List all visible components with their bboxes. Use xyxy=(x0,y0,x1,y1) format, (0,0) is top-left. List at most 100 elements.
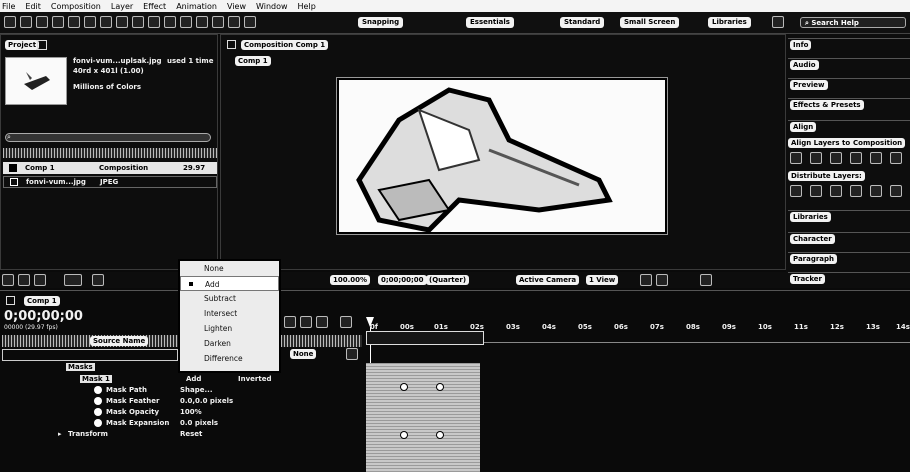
keyframe[interactable] xyxy=(436,383,444,391)
mask-path-value[interactable]: Shape... xyxy=(180,386,212,394)
panel-menu-icon[interactable] xyxy=(37,40,47,50)
menu-effect[interactable]: Effect xyxy=(143,2,166,11)
panel-effects-presets[interactable]: Effects & Presets xyxy=(788,98,910,110)
snapping-toggle[interactable]: Snapping xyxy=(358,17,404,28)
workspace-libraries[interactable]: Libraries xyxy=(708,17,751,28)
workspace-essentials[interactable]: Essentials xyxy=(466,17,514,28)
workspace-standard[interactable]: Standard xyxy=(560,17,605,28)
zoom-dropdown[interactable]: 100.00% xyxy=(330,275,371,285)
pin-tool-icon[interactable] xyxy=(244,16,256,28)
panel-libraries[interactable]: Libraries xyxy=(788,210,910,222)
project-item-row[interactable]: fonvi-vum...jpg JPEG xyxy=(3,176,217,188)
fast-preview-icon[interactable] xyxy=(640,274,652,286)
interpret-footage-icon[interactable] xyxy=(2,274,14,286)
align-right-icon[interactable] xyxy=(830,152,842,164)
puppet-tool-icon[interactable] xyxy=(228,16,240,28)
project-tab[interactable]: Project xyxy=(5,40,40,50)
mask-name[interactable]: Mask 1 xyxy=(80,375,112,383)
mask-opacity-value[interactable]: 100% xyxy=(180,408,202,416)
project-item-row[interactable]: Comp 1 Composition 29.97 xyxy=(3,162,217,174)
align-bottom-icon[interactable] xyxy=(890,152,902,164)
distribute-right-icon[interactable] xyxy=(890,185,902,197)
frame-blending-icon[interactable] xyxy=(340,316,352,328)
menu-edit[interactable]: Edit xyxy=(25,2,41,11)
roto-tool-icon[interactable] xyxy=(212,16,224,28)
distribute-center-h-icon[interactable] xyxy=(870,185,882,197)
draft-3d-icon[interactable] xyxy=(284,316,296,328)
parent-pickwhip-icon[interactable] xyxy=(346,348,358,360)
clone-tool-icon[interactable] xyxy=(180,16,192,28)
menu-item-intersect[interactable]: Intersect xyxy=(180,306,279,321)
menu-animation[interactable]: Animation xyxy=(176,2,217,11)
close-icon[interactable] xyxy=(227,40,236,49)
hand-tool-icon[interactable] xyxy=(36,16,48,28)
brush-tool-icon[interactable] xyxy=(164,16,176,28)
timeline-tab[interactable]: Comp 1 xyxy=(24,296,60,306)
composition-tab[interactable]: Composition Comp 1 xyxy=(241,40,329,50)
reset-exposure-icon[interactable] xyxy=(700,274,712,286)
type-tool-icon[interactable] xyxy=(148,16,160,28)
align-top-icon[interactable] xyxy=(850,152,862,164)
distribute-top-icon[interactable] xyxy=(790,185,802,197)
panel-audio[interactable]: Audio xyxy=(788,58,910,70)
comp-breadcrumb[interactable]: Comp 1 xyxy=(235,56,271,66)
composition-canvas[interactable] xyxy=(336,77,668,235)
mask-mode-value[interactable]: Add xyxy=(186,375,201,383)
keyframe[interactable] xyxy=(400,383,408,391)
menu-item-none[interactable]: None xyxy=(180,261,279,276)
menu-layer[interactable]: Layer xyxy=(111,2,133,11)
keyframe[interactable] xyxy=(400,431,408,439)
menu-item-subtract[interactable]: Subtract xyxy=(180,291,279,306)
toggle-transparency-icon[interactable] xyxy=(656,274,668,286)
home-tool-icon[interactable] xyxy=(4,16,16,28)
panel-align[interactable]: Align xyxy=(788,120,910,132)
mask-tool-icon[interactable] xyxy=(116,16,128,28)
graph-editor-icon[interactable] xyxy=(316,316,328,328)
close-icon[interactable] xyxy=(6,296,15,305)
mask-expansion-value[interactable]: 0.0 pixels xyxy=(180,419,218,427)
view-layout-dropdown[interactable]: 1 View xyxy=(586,275,619,285)
mask-inverted-checkbox[interactable]: Inverted xyxy=(238,375,271,383)
menu-item-lighten[interactable]: Lighten xyxy=(180,321,279,336)
viewer-timecode[interactable]: 0;00;00;00 xyxy=(378,275,427,285)
search-help-input[interactable]: ⌕ Search Help xyxy=(800,17,906,28)
layer-duration-bar[interactable] xyxy=(366,363,480,472)
work-area-bar[interactable] xyxy=(366,331,484,345)
panel-info[interactable]: Info xyxy=(788,38,910,50)
expand-arrow-icon[interactable]: ▸ xyxy=(58,430,62,438)
resolution-dropdown[interactable]: (Quarter) xyxy=(426,275,470,285)
stopwatch-icon[interactable] xyxy=(94,419,102,427)
camera-tool-icon[interactable] xyxy=(84,16,96,28)
project-search-input[interactable]: ⌕ xyxy=(5,133,211,142)
motion-blur-icon[interactable] xyxy=(300,316,312,328)
pan-tool-icon[interactable] xyxy=(100,16,112,28)
align-left-icon[interactable] xyxy=(790,152,802,164)
menu-item-darken[interactable]: Darken xyxy=(180,336,279,351)
stopwatch-icon[interactable] xyxy=(94,397,102,405)
track-matte-dropdown[interactable]: None xyxy=(290,349,317,359)
menu-window[interactable]: Window xyxy=(256,2,288,11)
transform-reset[interactable]: Reset xyxy=(180,430,202,438)
zoom-tool-icon[interactable] xyxy=(52,16,64,28)
panel-preview[interactable]: Preview xyxy=(788,78,910,90)
stopwatch-icon[interactable] xyxy=(94,408,102,416)
camera-dropdown[interactable]: Active Camera xyxy=(516,275,580,285)
workspace-menu-icon[interactable] xyxy=(772,16,784,28)
menu-composition[interactable]: Composition xyxy=(51,2,101,11)
bpc-icon[interactable] xyxy=(64,274,82,286)
current-timecode[interactable]: 0;00;00;00 xyxy=(4,309,83,324)
distribute-bottom-icon[interactable] xyxy=(830,185,842,197)
panel-character[interactable]: Character xyxy=(788,232,910,244)
pen-tool-icon[interactable] xyxy=(132,16,144,28)
menu-item-add[interactable]: Add xyxy=(180,276,279,291)
distribute-center-v-icon[interactable] xyxy=(810,185,822,197)
workspace-small-screen[interactable]: Small Screen xyxy=(620,17,680,28)
align-center-h-icon[interactable] xyxy=(810,152,822,164)
keyframe[interactable] xyxy=(436,431,444,439)
menu-item-difference[interactable]: Difference xyxy=(180,351,279,366)
panel-tracker[interactable]: Tracker xyxy=(788,272,910,284)
layer-row[interactable] xyxy=(2,349,178,361)
distribute-left-icon[interactable] xyxy=(850,185,862,197)
panel-paragraph[interactable]: Paragraph xyxy=(788,252,910,264)
menu-help[interactable]: Help xyxy=(298,2,316,11)
